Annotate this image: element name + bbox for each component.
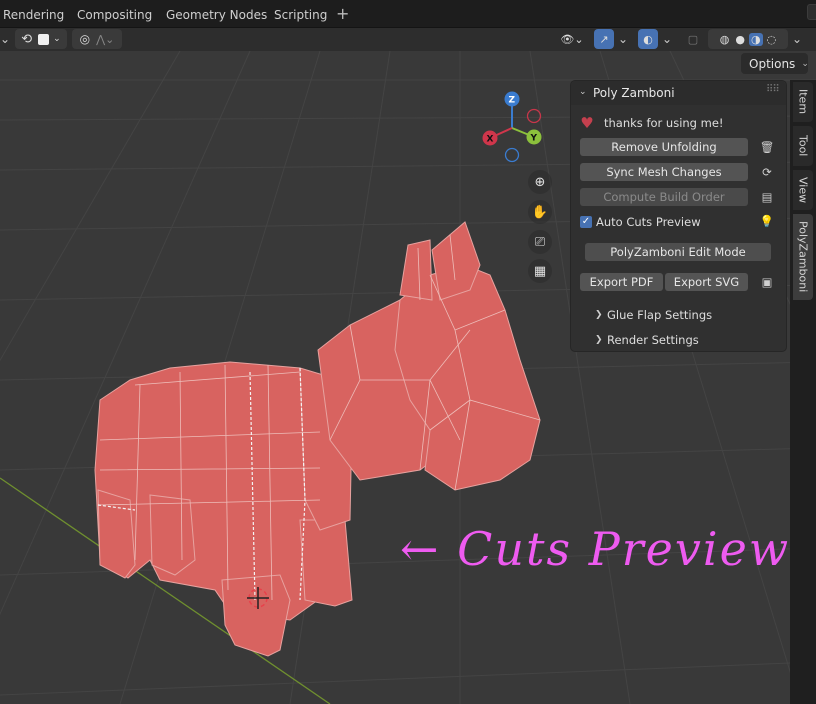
window-menu-button[interactable] [807,4,816,20]
panel-header[interactable]: ⌄ Poly Zamboni ⠿⠿ [571,81,786,105]
options-dropdown[interactable]: Options ⌄ [741,53,809,74]
polyzamboni-panel: ⌄ Poly Zamboni ⠿⠿ ♥ thanks for using me!… [570,80,787,352]
tab-polyzamboni-label: PolyZamboni [796,221,810,293]
gizmo-icon: ↗ [599,32,609,46]
polyzamboni-edit-mode-button[interactable]: PolyZamboni Edit Mode [585,243,771,261]
chevron-down-icon: ⌄ [801,58,809,69]
falloff-icon: ⋀⌄ [96,32,115,46]
tab-polyzamboni[interactable]: PolyZamboni [793,214,813,300]
gizmo-neg-x [526,108,542,124]
trash-icon[interactable]: 🗑 [759,139,775,155]
thanks-label: thanks for using me! [604,116,724,130]
heart-icon: ♥ [580,114,594,132]
chevron-down-icon: ⌄ [53,34,61,44]
bricks-icon[interactable]: ▤ [759,189,775,205]
xray-toggle[interactable]: ▢ [684,29,702,49]
shading-modes[interactable]: ◍ ● ◑ ◌ [708,29,788,49]
chevron-down-icon[interactable]: ⌄ [660,31,674,47]
panel-title: Poly Zamboni [593,86,675,100]
options-label: Options [749,56,796,71]
gizmo-y-label: Y [530,134,538,144]
remove-unfolding-button[interactable]: Remove Unfolding [580,138,748,156]
proportional-icon: ◎ [79,32,91,46]
tab-view-label: View [796,176,810,204]
export-svg-button[interactable]: Export SVG [665,273,748,291]
tab-rendering[interactable]: Rendering [3,5,64,25]
tab-tool-label: Tool [796,135,810,157]
glue-flap-settings-label[interactable]: Glue Flap Settings [607,308,712,322]
gizmo-x-label: X [487,135,494,145]
lightbulb-icon[interactable]: 💡 [759,213,775,229]
export-pdf-button[interactable]: Export PDF [580,273,663,291]
image-icon[interactable]: ▣ [759,274,775,290]
cuts-preview-annotation: ← Cuts Preview [400,522,791,576]
chevron-down-icon[interactable]: ⌄ [0,31,12,47]
overlay-toggle[interactable]: ◐ [638,29,658,49]
wireframe-shading-icon: ◍ [719,32,730,46]
eye-icon: 👁⌄ [560,32,584,46]
visibility-dropdown[interactable]: 👁⌄ [557,29,587,49]
camera-view-icon[interactable]: ⎚ [528,230,552,254]
rendered-shading-icon: ◌ [766,32,777,46]
gizmo-z-label: Z [509,96,516,106]
zoom-icon[interactable]: ⊕ [528,170,552,194]
navigation-gizmo: Z Y X [482,91,542,163]
tab-item-label: Item [796,89,810,115]
render-settings-label[interactable]: Render Settings [607,333,699,347]
tab-tool[interactable]: Tool [793,126,813,166]
xray-icon: ▢ [687,32,699,46]
sync-mesh-changes-button[interactable]: Sync Mesh Changes [580,163,748,181]
refresh-icon[interactable]: ⟳ [759,164,775,180]
snap-toggle[interactable]: ⟲ ⌄ [15,29,67,49]
material-shading-icon: ◑ [749,32,763,46]
tab-scripting[interactable]: Scripting [274,5,327,25]
chevron-down-icon: ⌄ [579,87,587,97]
auto-cuts-preview-label: Auto Cuts Preview [596,215,701,229]
snap-icon: ⟲ [21,31,33,47]
gizmo-toggle[interactable]: ↗ [594,29,614,49]
viewport-header: ⌄ ⟲ ⌄ ◎ ⋀⌄ 👁⌄ ↗ ⌄ ◐ ⌄ ▢ ◍ ● ◑ ◌ ⌄ [0,28,816,51]
solid-shading-icon: ● [735,32,745,46]
perspective-grid-icon[interactable]: ▦ [528,259,552,283]
proportional-edit-toggle[interactable]: ◎ ⋀⌄ [72,29,122,49]
horse-mesh [94,221,541,657]
tab-compositing[interactable]: Compositing [77,5,152,25]
gizmo-neg-z [504,147,520,163]
tab-view[interactable]: View [793,170,813,210]
chevron-down-icon[interactable]: ⌄ [616,31,630,47]
auto-cuts-preview-checkbox[interactable]: ✓ [580,216,592,228]
chevron-right-icon[interactable]: ❯ [595,335,603,345]
add-workspace-button[interactable]: + [336,4,350,24]
workspace-tabs: Rendering Compositing Geometry Nodes Scr… [0,0,816,28]
pan-hand-icon[interactable]: ✋ [528,200,552,224]
drag-grip-icon[interactable]: ⠿⠿ [766,84,780,95]
chevron-right-icon[interactable]: ❯ [595,310,603,320]
color-swatch [38,33,50,45]
tab-geometry-nodes[interactable]: Geometry Nodes [166,5,267,25]
compute-build-order-button[interactable]: Compute Build Order [580,188,748,206]
tab-item[interactable]: Item [793,82,813,122]
sidebar-tabs: Item Tool View PolyZamboni [790,80,816,704]
overlay-icon: ◐ [643,32,653,46]
chevron-down-icon[interactable]: ⌄ [790,31,804,47]
